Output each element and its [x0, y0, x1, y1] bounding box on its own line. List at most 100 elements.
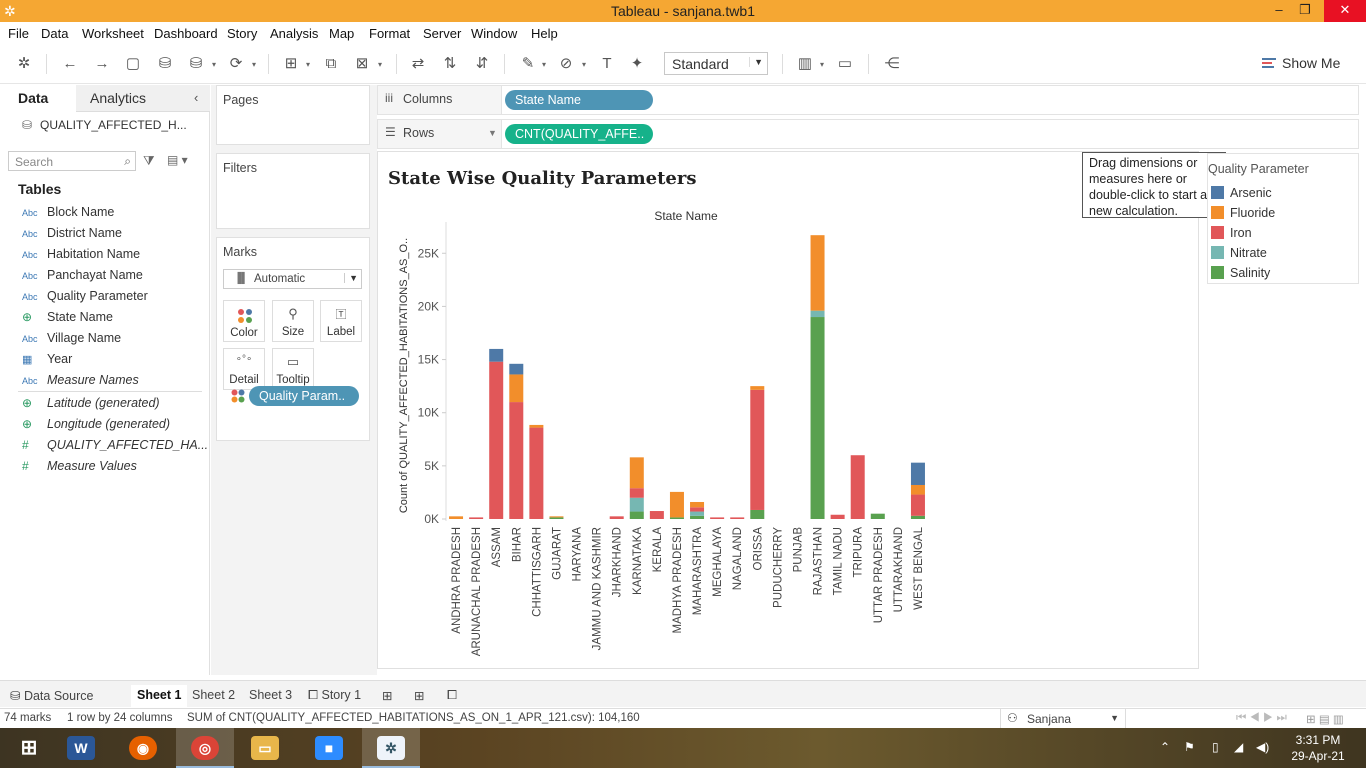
field-measure-names[interactable]: Abc Measure Names — [22, 373, 139, 391]
tray-up-icon[interactable]: ⌃ — [1160, 740, 1170, 754]
wifi-icon[interactable]: ◢ — [1234, 740, 1243, 754]
chevron-down-icon[interactable]: ▾ — [212, 60, 220, 69]
tableau-home-icon[interactable]: ✲ — [14, 54, 34, 74]
show-cards-icon[interactable]: ▥ — [795, 54, 815, 74]
refresh-icon[interactable]: ⟳ — [226, 54, 246, 74]
share-icon[interactable]: ⋲ — [882, 54, 902, 74]
legend-item-arsenic[interactable]: Arsenic — [1211, 186, 1272, 202]
sheet-2-tab[interactable]: Sheet 2 — [186, 685, 241, 707]
highlight-icon[interactable]: ✎ — [518, 54, 538, 74]
size-button[interactable]: ⚲ Size — [272, 300, 314, 342]
user-select[interactable]: ⚇ Sanjana ▼ — [1000, 709, 1126, 728]
field-habitation-name[interactable]: Abc Habitation Name — [22, 247, 140, 265]
field-state-name[interactable]: ⊕ State Name — [22, 310, 113, 328]
menu-file[interactable]: File — [8, 26, 29, 41]
menu-data[interactable]: Data — [41, 26, 68, 41]
new-worksheet-icon[interactable]: ⊞ — [281, 54, 301, 74]
zoom-icon[interactable]: ■ — [300, 728, 358, 768]
mark-type-select[interactable]: ▐▌ Automatic ▼ — [223, 269, 362, 289]
tableau-taskbar-icon[interactable]: ✲ — [362, 728, 420, 768]
quality-parameter-pill[interactable]: Quality Param.. — [249, 386, 359, 406]
flag-icon[interactable]: ⚑ — [1184, 740, 1195, 754]
pages-card[interactable]: Pages — [216, 85, 370, 145]
duplicate-sheet-icon[interactable]: ⧉ — [321, 54, 341, 74]
sheet-navigation-icon[interactable]: ⏮ ◀ ▶ ⏭ — [1236, 712, 1287, 725]
detail-button[interactable]: ∘°∘ Detail — [223, 348, 265, 390]
color-button[interactable]: Color — [223, 300, 265, 342]
menu-story[interactable]: Story — [227, 26, 257, 41]
swap-rows-columns-icon[interactable]: ⇄ — [408, 54, 428, 74]
data-source-tab[interactable]: ⛁ Data Source — [4, 685, 99, 707]
chevron-down-icon[interactable]: ▾ — [820, 60, 828, 69]
label-button[interactable]: 🅃 Label — [320, 300, 362, 342]
count-measure-pill[interactable]: CNT(QUALITY_AFFE.. — [505, 124, 653, 144]
field-block-name[interactable]: Abc Block Name — [22, 205, 114, 223]
filter-icon[interactable]: ⧩ — [143, 153, 155, 169]
legend-item-iron[interactable]: Iron — [1211, 226, 1252, 242]
view-options-icon[interactable]: ▤ ▾ — [167, 153, 188, 167]
file-explorer-icon[interactable]: ▭ — [236, 728, 294, 768]
restore-button[interactable]: ❐ — [1290, 0, 1320, 22]
tab-analytics[interactable]: Analytics — [90, 90, 146, 106]
state-name-pill[interactable]: State Name — [505, 90, 653, 110]
undo-icon[interactable]: ← — [60, 54, 80, 74]
word-icon[interactable]: W — [52, 728, 110, 768]
menu-dashboard[interactable]: Dashboard — [154, 26, 218, 41]
chrome-icon[interactable]: ◎ — [176, 728, 234, 768]
sheet-1-tab[interactable]: Sheet 1 — [131, 685, 188, 707]
sort-descending-icon[interactable]: ⇵ — [472, 54, 492, 74]
search-input[interactable]: Search ⌕ — [8, 151, 136, 171]
field-year[interactable]: ▦ Year — [22, 352, 72, 370]
new-datasource-icon[interactable]: ⛁ — [155, 54, 175, 74]
close-button[interactable]: ✕ — [1324, 0, 1366, 22]
menu-worksheet[interactable]: Worksheet — [82, 26, 144, 41]
menu-analysis[interactable]: Analysis — [270, 26, 318, 41]
chevron-down-icon[interactable]: ▾ — [252, 60, 260, 69]
presentation-mode-icon[interactable]: ▭ — [835, 54, 855, 74]
legend-item-nitrate[interactable]: Nitrate — [1211, 246, 1267, 262]
filters-card[interactable]: Filters — [216, 153, 370, 229]
fit-select[interactable]: Standard ▼ — [664, 52, 768, 75]
sort-ascending-icon[interactable]: ⇅ — [440, 54, 460, 74]
menu-help[interactable]: Help — [531, 26, 558, 41]
volume-icon[interactable]: ◀) — [1256, 740, 1269, 754]
datasource-item[interactable]: ⛁ QUALITY_AFFECTED_H... — [22, 118, 187, 132]
tooltip-button[interactable]: ▭ Tooltip — [272, 348, 314, 390]
collapse-pane-icon[interactable]: ‹ — [194, 90, 198, 105]
bar-chart[interactable]: State Name Count of QUALITY_AFFECTED_HABI… — [378, 152, 1198, 668]
chevron-down-icon[interactable]: ▾ — [542, 60, 550, 69]
columns-shelf[interactable]: iii Columns State Name — [377, 85, 1359, 115]
new-story-tab-icon[interactable]: ⧠ — [441, 685, 463, 707]
legend-item-fluoride[interactable]: Fluoride — [1211, 206, 1275, 222]
pause-updates-icon[interactable]: ⛁ — [186, 54, 206, 74]
menu-format[interactable]: Format — [369, 26, 410, 41]
firefox-icon[interactable]: ◉ — [114, 728, 172, 768]
clear-sheet-icon[interactable]: ⊠ — [352, 54, 372, 74]
tab-data[interactable]: Data — [18, 90, 48, 106]
battery-icon[interactable]: ▯ — [1212, 740, 1219, 754]
redo-icon[interactable]: → — [92, 54, 112, 74]
chevron-down-icon[interactable]: ▾ — [306, 60, 314, 69]
legend-item-salinity[interactable]: Salinity — [1211, 266, 1270, 282]
show-me-button[interactable]: Show Me — [1262, 55, 1340, 71]
show-labels-icon[interactable]: T — [597, 54, 617, 74]
chevron-down-icon[interactable]: ▼ — [488, 128, 497, 138]
save-icon[interactable]: ▢ — [123, 54, 143, 74]
field-quality-affected-measure[interactable]: # QUALITY_AFFECTED_HA... — [22, 438, 208, 456]
field-measure-values[interactable]: # Measure Values — [22, 459, 137, 477]
field-panchayat-name[interactable]: Abc Panchayat Name — [22, 268, 143, 286]
story-1-tab[interactable]: ⧠ Story 1 — [302, 685, 367, 707]
menu-map[interactable]: Map — [329, 26, 354, 41]
fix-axes-icon[interactable]: ✦ — [627, 54, 647, 74]
field-latitude[interactable]: ⊕ Latitude (generated) — [22, 396, 160, 414]
rows-shelf[interactable]: ☰ Rows ▼ CNT(QUALITY_AFFE.. — [377, 119, 1359, 149]
field-district-name[interactable]: Abc District Name — [22, 226, 122, 244]
group-members-icon[interactable]: ⊘ — [556, 54, 576, 74]
sheet-3-tab[interactable]: Sheet 3 — [243, 685, 298, 707]
new-worksheet-tab-icon[interactable]: ⊞ — [376, 685, 398, 707]
windows-start-icon[interactable]: ⊞ — [0, 728, 58, 768]
chevron-down-icon[interactable]: ▾ — [378, 60, 386, 69]
menu-window[interactable]: Window — [471, 26, 517, 41]
field-village-name[interactable]: Abc Village Name — [22, 331, 121, 349]
new-dashboard-tab-icon[interactable]: ⊞ — [408, 685, 430, 707]
